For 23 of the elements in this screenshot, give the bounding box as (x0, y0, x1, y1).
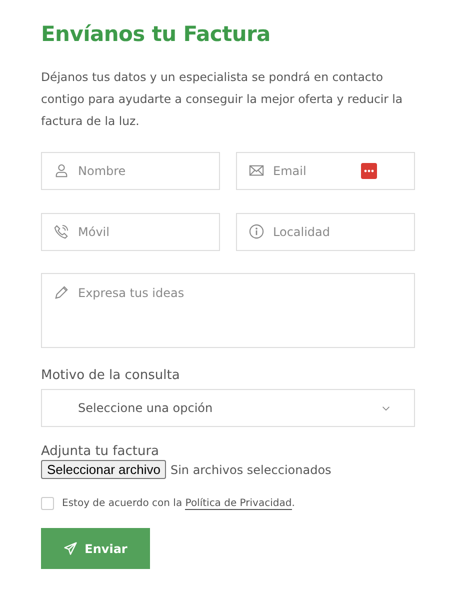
message-field[interactable]: Expresa tus ideas (41, 273, 415, 348)
reason-dropdown[interactable]: Seleccione una opción (41, 389, 415, 427)
input-field[interactable]: Nombre (41, 152, 220, 190)
reason-label: Motivo de la consulta (41, 368, 181, 383)
pencil-icon (54, 285, 69, 300)
user-icon (54, 163, 69, 178)
intro-text: Déjanos tus datos y un especialista se pondrá en contacto contigo para ayudarte a conseguir la mejor oferta y reducir la factura de la luz. (41, 69, 404, 130)
input-field[interactable]: Móvil (41, 213, 220, 251)
choose-file-button[interactable]: Seleccionar archivo (41, 460, 166, 479)
form-title: Envíanos tu Factura (41, 22, 272, 48)
paper-plane-icon (64, 542, 77, 555)
file-status: Sin archivos seleccionados (170, 462, 332, 476)
consent-text: Estoy de acuerdo con la Política de Privacidad. (62, 498, 295, 509)
password-manager-icon[interactable] (361, 163, 377, 179)
phone-icon (54, 224, 69, 239)
consent-checkbox[interactable] (41, 497, 54, 510)
privacy-policy-link[interactable]: Política de Privacidad (185, 498, 292, 510)
input-field[interactable]: Localidad (236, 213, 415, 251)
input-field[interactable]: Email (236, 152, 415, 190)
info-icon (249, 224, 264, 239)
chevron-down-icon (382, 406, 390, 410)
envelope-icon (249, 163, 264, 178)
attachment-label: Adjunta tu factura (41, 444, 160, 459)
